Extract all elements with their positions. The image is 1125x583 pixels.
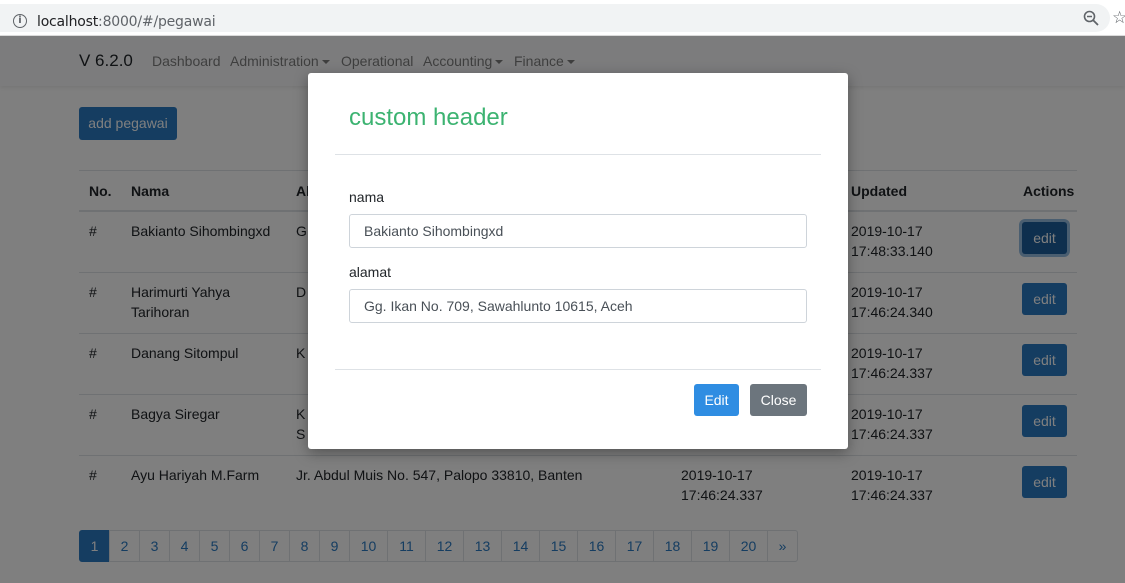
modal-footer-divider [335,369,821,370]
info-icon[interactable]: i [13,14,27,28]
alamat-label: alamat [349,264,392,280]
zoom-icon[interactable] [1083,10,1099,26]
modal-title: custom header [349,104,508,131]
modal-header-divider [335,154,821,155]
url-text[interactable]: localhost:8000/#/pegawai [37,14,216,30]
nama-label: nama [349,189,385,205]
alamat-input[interactable] [349,289,807,323]
modal-edit-button[interactable]: Edit [694,384,739,416]
edit-pegawai-modal: custom header nama alamat Edit Close [308,73,848,449]
modal-close-button[interactable]: Close [750,384,807,416]
url-path: :8000/#/pegawai [98,14,216,30]
browser-bar: i localhost:8000/#/pegawai ☆ [0,0,1125,36]
address-bar[interactable]: i localhost:8000/#/pegawai [0,4,1110,32]
nama-input[interactable] [349,214,807,248]
star-icon[interactable]: ☆ [1112,8,1125,28]
url-host: localhost [37,14,99,30]
